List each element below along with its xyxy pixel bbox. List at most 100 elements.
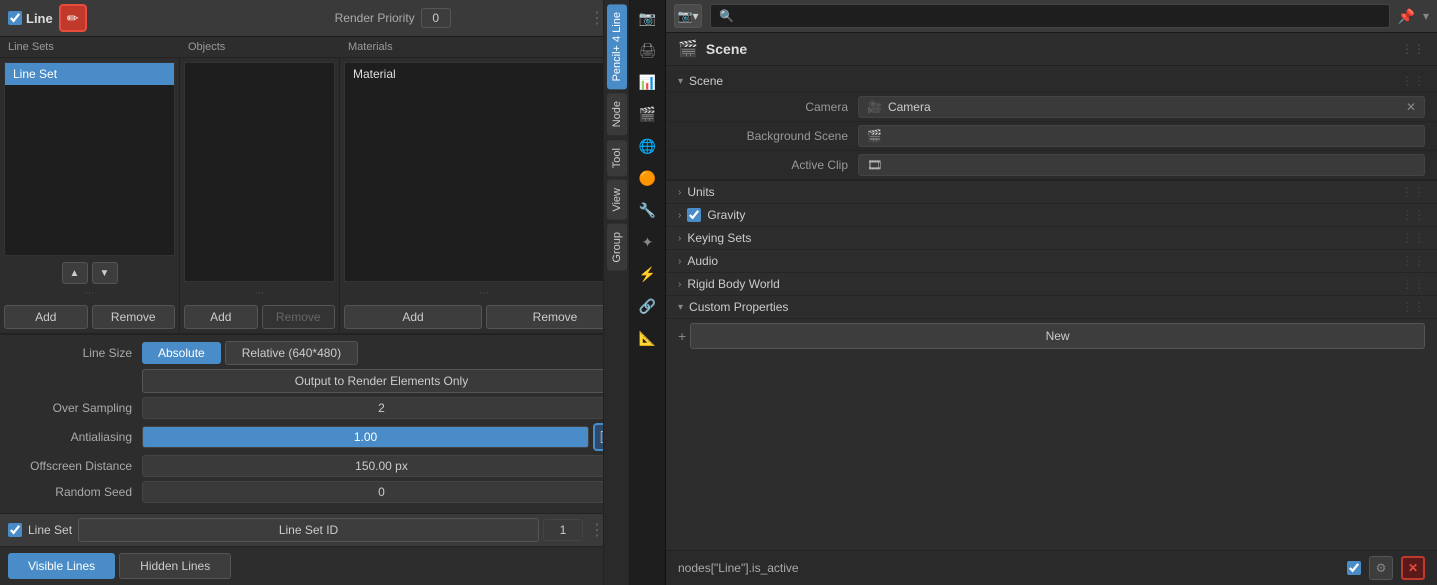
units-section-row[interactable]: › Units ⋮⋮ xyxy=(666,181,1437,204)
status-text: nodes["Line"].is_active xyxy=(678,561,1339,575)
vertical-tabs: Pencil+ 4 Line Node Tool View Group xyxy=(603,0,629,585)
scene-arrow-icon: ▾ xyxy=(678,76,683,87)
over-sampling-row: Over Sampling 2 xyxy=(8,397,621,419)
absolute-btn[interactable]: Absolute xyxy=(142,342,221,364)
line-set-id-btn[interactable]: Line Set ID xyxy=(78,518,539,542)
line-set-checkbox[interactable] xyxy=(8,523,22,537)
camera-clear-btn[interactable]: ✕ xyxy=(1406,100,1416,114)
vtab-tool[interactable]: Tool xyxy=(607,140,627,176)
render-priority-value[interactable]: 0 xyxy=(421,8,451,28)
sidebar-world-icon[interactable]: 🌐 xyxy=(634,132,662,160)
gravity-arrow-icon: › xyxy=(678,210,681,221)
keying-sets-label: Keying Sets xyxy=(687,231,751,245)
pencil-icon-btn[interactable]: ✏ xyxy=(59,4,87,32)
custom-props-arrow-icon: ▾ xyxy=(678,302,683,313)
objects-drag-handle: ⋯ xyxy=(180,286,339,301)
sidebar-physics-icon[interactable]: ⚡ xyxy=(634,260,662,288)
lineset-down-btn[interactable]: ▼ xyxy=(92,262,118,284)
rigid-body-section-row[interactable]: › Rigid Body World ⋮⋮ xyxy=(666,273,1437,296)
gravity-section-row[interactable]: › Gravity ⋮⋮ xyxy=(666,204,1437,227)
settings-area: Line Size Absolute Relative (640*480) Ou… xyxy=(0,334,629,513)
right-top-bar: 📷▾ 🔍 📌 ▾ xyxy=(666,0,1437,33)
antialiasing-value[interactable]: 1.00 xyxy=(142,426,589,448)
vtab-node[interactable]: Node xyxy=(607,93,627,135)
offscreen-distance-value[interactable]: 150.00 px xyxy=(142,455,621,477)
lineset-remove-btn[interactable]: Remove xyxy=(92,305,176,329)
audio-section-row[interactable]: › Audio ⋮⋮ xyxy=(666,250,1437,273)
sidebar-viewlayer-icon[interactable]: 📊 xyxy=(634,68,662,96)
gravity-label: Gravity xyxy=(707,208,745,222)
pin-icon[interactable]: 📌 xyxy=(1398,8,1415,25)
gravity-checkbox[interactable] xyxy=(687,208,701,222)
sidebar-constraints-icon[interactable]: 🔗 xyxy=(634,292,662,320)
visibility-buttons-row: Visible Lines Hidden Lines xyxy=(0,546,629,585)
objects-remove-btn[interactable]: Remove xyxy=(262,305,336,329)
scene-section-row[interactable]: ▾ Scene ⋮⋮ xyxy=(666,70,1437,93)
output-only-btn[interactable]: Output to Render Elements Only xyxy=(142,369,621,393)
sidebar-output-icon[interactable]: 🖨 xyxy=(634,36,662,64)
keying-sets-section-row[interactable]: › Keying Sets ⋮⋮ xyxy=(666,227,1437,250)
chevron-down-icon[interactable]: ▾ xyxy=(1423,9,1429,23)
search-box: 🔍 xyxy=(710,4,1390,28)
sidebar-modifier-icon[interactable]: 🔧 xyxy=(634,196,662,224)
plus-icon: + xyxy=(678,328,686,344)
rigid-body-label: Rigid Body World xyxy=(687,277,779,291)
scene-section-icon: 🎬 xyxy=(678,39,698,59)
scene-section-label: Scene xyxy=(689,74,723,88)
lineset-item-selected[interactable]: Line Set xyxy=(5,63,174,85)
col-linesets-header: Line Sets xyxy=(8,41,188,53)
vtab-pencil4line[interactable]: Pencil+ 4 Line xyxy=(607,4,627,89)
render-priority-row: Render Priority 0 xyxy=(204,8,581,28)
relative-btn[interactable]: Relative (640*480) xyxy=(225,341,358,365)
background-scene-icon: 🎬 xyxy=(867,129,882,143)
lineset-up-btn[interactable]: ▲ xyxy=(62,262,88,284)
top-bar: Line ✏ Render Priority 0 ⋮⋮ xyxy=(0,0,629,37)
left-panel: Line ✏ Render Priority 0 ⋮⋮ Line Sets Ob… xyxy=(0,0,630,585)
units-label: Units xyxy=(687,185,714,199)
vtab-view[interactable]: View xyxy=(607,180,627,220)
antialiasing-row: Antialiasing 1.00 🖼 xyxy=(8,423,621,451)
sidebar-particles-icon[interactable]: ✦ xyxy=(634,228,662,256)
gear-btn[interactable]: ⚙ xyxy=(1369,556,1393,580)
lineset-add-btn[interactable]: Add xyxy=(4,305,88,329)
background-scene-label: Background Scene xyxy=(698,129,858,143)
line-checkbox-label: Line xyxy=(8,11,53,26)
over-sampling-value[interactable]: 2 xyxy=(142,397,621,419)
audio-drag: ⋮⋮ xyxy=(1401,254,1425,268)
new-custom-prop-btn[interactable]: New xyxy=(690,323,1425,349)
hidden-lines-btn[interactable]: Hidden Lines xyxy=(119,553,231,579)
custom-props-section-row[interactable]: ▾ Custom Properties ⋮⋮ xyxy=(666,296,1437,319)
props-area[interactable]: ▾ Scene ⋮⋮ Camera 🎥 Camera ✕ Background … xyxy=(666,66,1437,550)
right-top-icon-combo[interactable]: 📷▾ xyxy=(674,4,702,28)
vtab-group[interactable]: Group xyxy=(607,224,627,271)
units-arrow-icon: › xyxy=(678,187,681,198)
sidebar-render-icon[interactable]: 📷 xyxy=(634,4,662,32)
camera-icon: 🎥 xyxy=(867,100,882,114)
background-scene-value[interactable]: 🎬 xyxy=(858,125,1425,147)
camera-row: Camera 🎥 Camera ✕ xyxy=(666,93,1437,122)
close-btn[interactable]: ✕ xyxy=(1401,556,1425,580)
audio-label: Audio xyxy=(687,254,718,268)
materials-item[interactable]: Material xyxy=(345,63,623,85)
search-input[interactable] xyxy=(738,9,1381,23)
active-clip-value[interactable]: 🎞 xyxy=(858,154,1425,176)
sidebar-object-icon[interactable]: 🟠 xyxy=(634,164,662,192)
linesets-list[interactable]: Line Set xyxy=(4,62,175,256)
line-size-label: Line Size xyxy=(8,346,138,360)
objects-add-btn[interactable]: Add xyxy=(184,305,258,329)
visible-lines-btn[interactable]: Visible Lines xyxy=(8,553,115,579)
camera-value[interactable]: 🎥 Camera ✕ xyxy=(858,96,1425,118)
sidebar-scene-icon[interactable]: 🎬 xyxy=(634,100,662,128)
objects-list[interactable] xyxy=(184,62,335,282)
materials-list[interactable]: Material xyxy=(344,62,624,282)
status-checkbox[interactable] xyxy=(1347,561,1361,575)
scene-title: Scene xyxy=(706,41,747,57)
materials-add-btn[interactable]: Add xyxy=(344,305,482,329)
top-bar-left: Line ✏ xyxy=(8,4,196,32)
lineset-arrow-buttons: ▲ ▼ xyxy=(0,260,179,286)
line-set-id-value[interactable]: 1 xyxy=(543,519,583,541)
line-set-bar: Line Set Line Set ID 1 ⋮⋮ xyxy=(0,513,629,546)
random-seed-value[interactable]: 0 xyxy=(142,481,621,503)
line-checkbox[interactable] xyxy=(8,11,22,25)
sidebar-data-icon[interactable]: 📐 xyxy=(634,324,662,352)
